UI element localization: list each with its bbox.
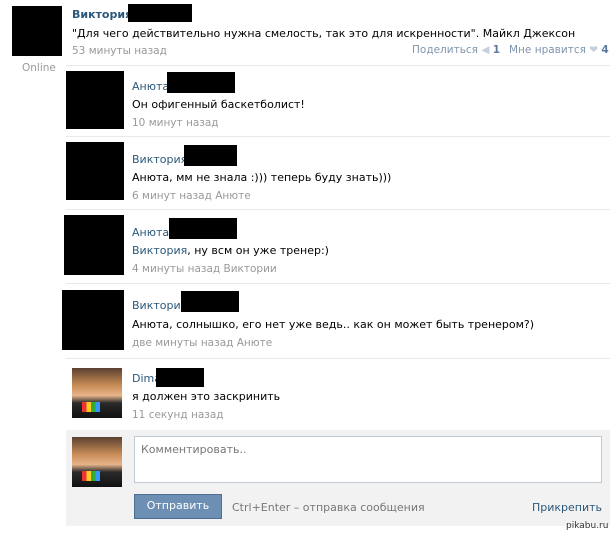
- post-text: "Для чего действительно нужна смелость, …: [72, 27, 576, 40]
- post-time[interactable]: 53 минуты назад: [72, 45, 167, 57]
- comment-time[interactable]: 4 минуты назад Виктории: [132, 263, 277, 275]
- like-label: Мне нравится: [509, 44, 586, 56]
- redacted-surname: [169, 218, 237, 239]
- comment-avatar[interactable]: [66, 142, 124, 200]
- heart-icon: ❤: [589, 44, 599, 56]
- comment-author[interactable]: Анюта: [132, 226, 169, 239]
- comment-text: Виктория, ну всм он уже тренер:): [132, 244, 329, 257]
- comment-author[interactable]: Виктория: [132, 153, 187, 166]
- comment-author[interactable]: Анюта: [132, 80, 169, 93]
- attach-button[interactable]: Прикрепить: [532, 501, 602, 514]
- online-status: Online: [22, 62, 56, 74]
- comment-mention[interactable]: Виктория: [132, 244, 187, 257]
- send-button[interactable]: Отправить: [134, 494, 222, 519]
- redacted-surname: [181, 291, 239, 312]
- comment-text-rest: , ну всм он уже тренер:): [187, 244, 329, 257]
- redacted-surname: [156, 368, 204, 387]
- comment-avatar[interactable]: [64, 215, 124, 275]
- redacted-surname: [184, 145, 237, 166]
- redacted-surname: [167, 72, 235, 93]
- comment-text: Он офигенный баскетболист!: [132, 98, 305, 111]
- comment-text: Анюта, мм не знала :))) теперь буду знат…: [132, 171, 392, 184]
- divider: [66, 283, 610, 284]
- send-hint: Ctrl+Enter – отправка сообщения: [232, 501, 425, 514]
- megaphone-icon: ◀: [481, 44, 490, 56]
- comment-time[interactable]: две минуты назад Анюте: [132, 337, 272, 349]
- comment-input-placeholder: Комментировать..: [141, 443, 247, 456]
- watermark: pikabu.ru: [566, 521, 609, 531]
- comment-time[interactable]: 10 минут назад: [132, 117, 219, 129]
- share-label: Поделиться: [412, 44, 478, 56]
- like-count: 4: [601, 44, 609, 56]
- post-author-avatar[interactable]: [12, 6, 62, 56]
- comment-avatar[interactable]: [62, 290, 124, 350]
- comment-author[interactable]: Виктория: [132, 299, 187, 312]
- divider: [66, 209, 610, 210]
- divider: [66, 358, 610, 359]
- share-count: 1: [492, 44, 501, 56]
- comment-text: Анюта, солнышко, его нет уже ведь.. как …: [132, 318, 535, 331]
- divider: [66, 136, 610, 137]
- share-button[interactable]: Поделиться ◀ 1: [412, 44, 500, 56]
- divider: [66, 65, 610, 66]
- my-avatar[interactable]: [72, 437, 122, 487]
- like-button[interactable]: Мне нравится ❤ 4: [509, 44, 609, 56]
- comment-text: я должен это заскринить: [132, 390, 281, 403]
- comment-time[interactable]: 6 минут назад Анюте: [132, 190, 251, 202]
- post-author-name[interactable]: Виктория: [72, 8, 132, 21]
- comment-avatar[interactable]: [66, 71, 124, 129]
- comment-avatar[interactable]: [72, 368, 122, 418]
- redacted-surname: [128, 4, 192, 22]
- comment-time[interactable]: 11 секунд назад: [132, 409, 224, 421]
- comment-input[interactable]: Комментировать..: [134, 436, 602, 483]
